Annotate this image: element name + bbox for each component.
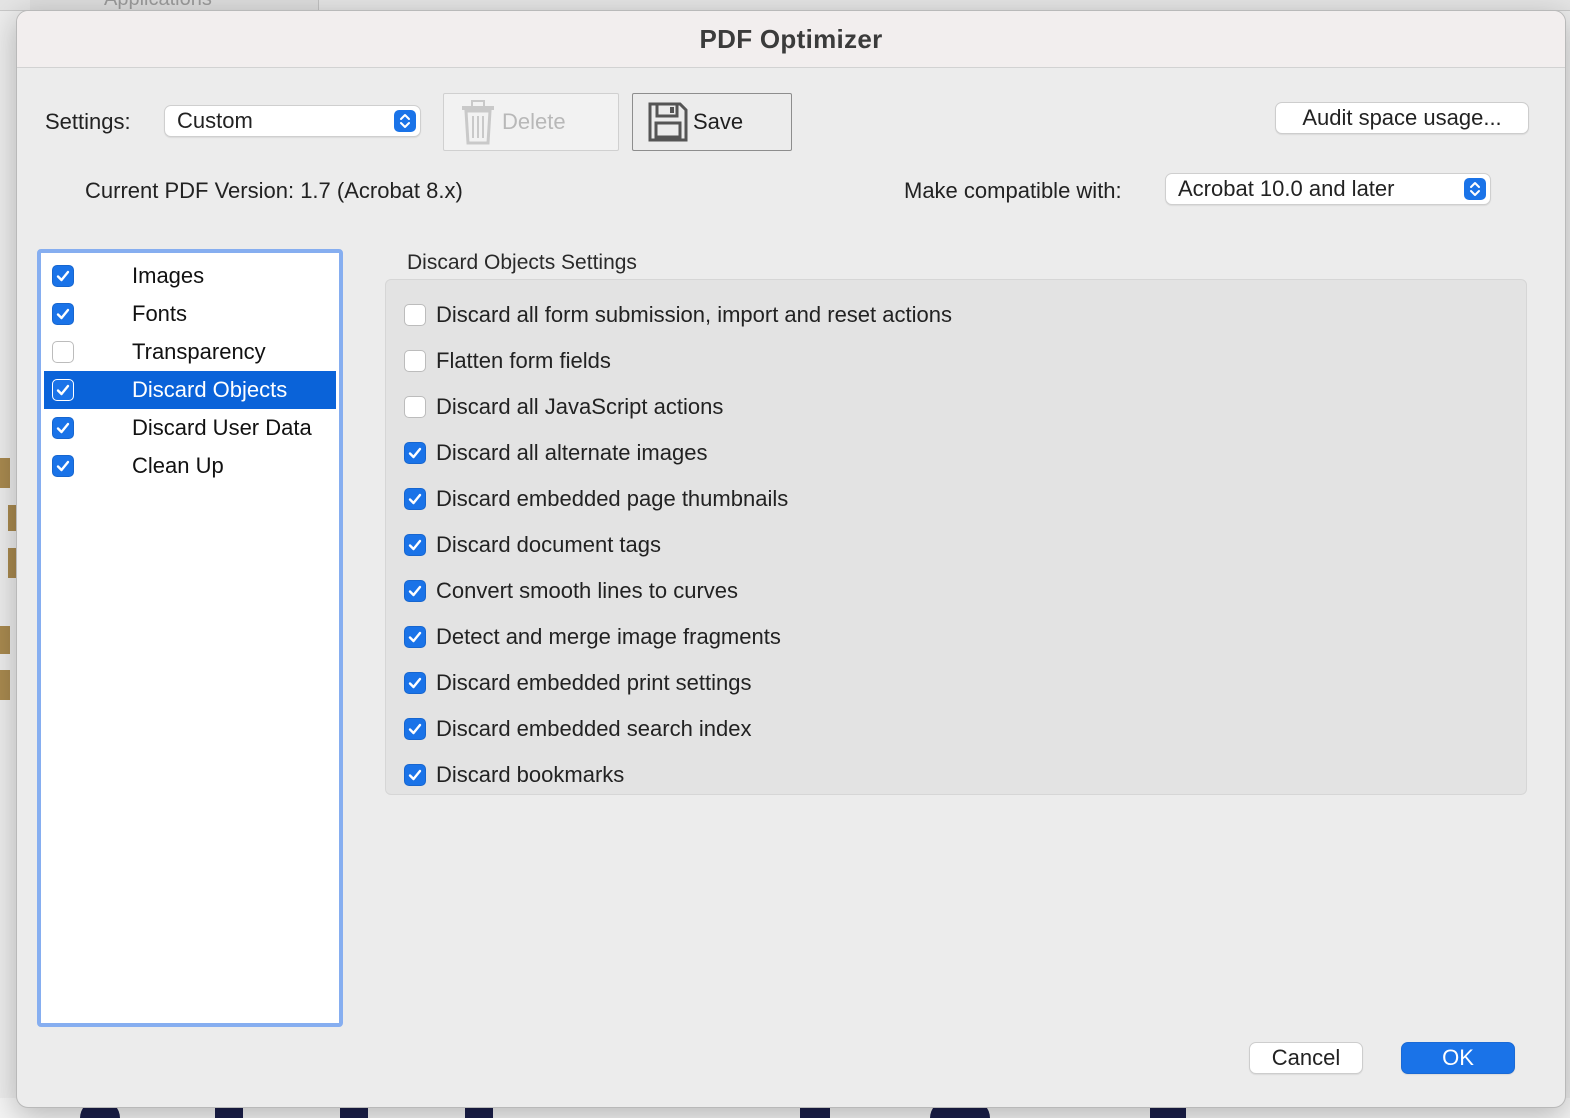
chevron-up-down-icon <box>1464 178 1486 200</box>
discard-option-label: Discard all alternate images <box>436 440 708 465</box>
discard-option-checkbox[interactable] <box>404 718 426 740</box>
discard-option-row[interactable]: Discard embedded search index <box>404 714 752 744</box>
discard-option-checkbox[interactable] <box>404 672 426 694</box>
discard-option-row[interactable]: Discard bookmarks <box>404 760 624 790</box>
discard-option-label: Discard document tags <box>436 532 661 557</box>
category-checkbox[interactable] <box>52 379 74 401</box>
cancel-label: Cancel <box>1271 1045 1341 1070</box>
pdf-optimizer-dialog: PDF Optimizer Settings: Custom Delete Sa… <box>16 10 1566 1108</box>
category-label: Discard Objects <box>132 377 288 402</box>
discard-option-row[interactable]: Discard document tags <box>404 530 661 560</box>
settings-select[interactable]: Custom <box>164 105 421 137</box>
discard-option-label: Convert smooth lines to curves <box>436 578 739 603</box>
save-button[interactable]: Save <box>632 93 792 151</box>
discard-option-checkbox[interactable] <box>404 580 426 602</box>
discard-option-row[interactable]: Discard all form submission, import and … <box>404 300 952 330</box>
category-label: Transparency <box>132 339 266 364</box>
background-art-4 <box>0 626 10 654</box>
category-label: Discard User Data <box>132 415 312 440</box>
discard-option-row[interactable]: Detect and merge image fragments <box>404 622 781 652</box>
current-pdf-version: Current PDF Version: 1.7 (Acrobat 8.x) <box>85 178 463 203</box>
category-checkbox[interactable] <box>52 303 74 325</box>
discard-objects-settings-title: Discard Objects Settings <box>407 251 637 274</box>
discard-option-checkbox[interactable] <box>404 350 426 372</box>
category-checkbox[interactable] <box>52 417 74 439</box>
chevron-up-down-icon <box>394 110 416 132</box>
discard-option-checkbox[interactable] <box>404 534 426 556</box>
category-item[interactable]: Transparency <box>44 333 336 371</box>
background-tab: Applications <box>30 0 319 10</box>
discard-option-row[interactable]: Discard embedded print settings <box>404 668 752 698</box>
trash-icon <box>458 99 498 145</box>
discard-option-label: Discard bookmarks <box>436 762 625 787</box>
discard-option-row[interactable]: Flatten form fields <box>404 346 611 376</box>
discard-option-checkbox[interactable] <box>404 396 426 418</box>
discard-option-checkbox[interactable] <box>404 764 426 786</box>
background-art-1 <box>0 458 10 488</box>
cancel-button[interactable]: Cancel <box>1249 1042 1363 1074</box>
discard-option-checkbox[interactable] <box>404 488 426 510</box>
compatibility-select[interactable]: Acrobat 10.0 and later <box>1165 173 1491 205</box>
category-item[interactable]: Clean Up <box>44 447 336 485</box>
discard-option-row[interactable]: Convert smooth lines to curves <box>404 576 738 606</box>
settings-select-value: Custom <box>177 108 253 133</box>
category-label: Fonts <box>132 301 188 326</box>
background-art-5 <box>0 670 10 700</box>
ok-button[interactable]: OK <box>1401 1042 1515 1074</box>
discard-option-row[interactable]: Discard all JavaScript actions <box>404 392 723 422</box>
discard-option-row[interactable]: Discard all alternate images <box>404 438 707 468</box>
category-item[interactable]: Discard Objects <box>44 371 336 409</box>
audit-space-usage-label: Audit space usage... <box>1302 105 1502 130</box>
dialog-titlebar: PDF Optimizer <box>17 11 1565 68</box>
discard-option-label: Discard all JavaScript actions <box>436 394 724 419</box>
discard-option-label: Discard embedded print settings <box>436 670 752 695</box>
category-label: Images <box>132 263 205 288</box>
save-label: Save <box>693 109 744 134</box>
discard-option-label: Discard all form submission, import and … <box>436 302 952 327</box>
discard-option-label: Flatten form fields <box>436 348 611 373</box>
category-checkbox[interactable] <box>52 341 74 363</box>
settings-label: Settings: <box>45 109 131 134</box>
discard-objects-settings-panel: Discard all form submission, import and … <box>385 279 1527 795</box>
discard-option-label: Discard embedded search index <box>436 716 752 741</box>
category-list[interactable]: Images Fonts Transparency Discard Objects Di… <box>37 249 343 1027</box>
category-checkbox[interactable] <box>52 265 74 287</box>
make-compatible-label: Make compatible with: <box>904 178 1122 203</box>
category-item[interactable]: Images <box>44 257 336 295</box>
discard-option-checkbox[interactable] <box>404 626 426 648</box>
category-item[interactable]: Discard User Data <box>44 409 336 447</box>
category-label: Clean Up <box>132 453 224 478</box>
delete-button[interactable]: Delete <box>443 93 619 151</box>
floppy-disk-icon <box>647 101 689 143</box>
discard-option-checkbox[interactable] <box>404 304 426 326</box>
category-checkbox[interactable] <box>52 455 74 477</box>
discard-option-row[interactable]: Discard embedded page thumbnails <box>404 484 788 514</box>
audit-space-usage-button[interactable]: Audit space usage... <box>1275 102 1529 134</box>
delete-label: Delete <box>502 109 566 134</box>
category-item[interactable]: Fonts <box>44 295 336 333</box>
background-art-2 <box>8 505 16 531</box>
dialog-title: PDF Optimizer <box>699 23 883 54</box>
ok-label: OK <box>1442 1045 1474 1070</box>
discard-option-checkbox[interactable] <box>404 442 426 464</box>
background-art-3 <box>8 548 16 578</box>
discard-option-label: Discard embedded page thumbnails <box>436 486 789 511</box>
compatibility-select-value: Acrobat 10.0 and later <box>1178 176 1395 201</box>
discard-option-label: Detect and merge image fragments <box>436 624 781 649</box>
